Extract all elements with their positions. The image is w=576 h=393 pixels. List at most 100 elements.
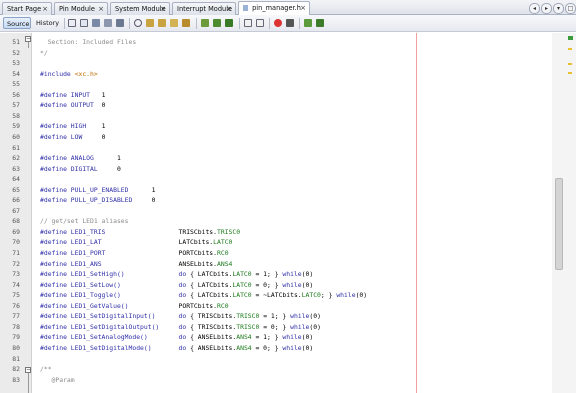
code-token: LED1_SetDigitalMode() (70, 343, 179, 352)
tab-interrupt-module[interactable]: Interrupt Module × (172, 2, 236, 15)
tab-label: pin_manager.h (252, 4, 301, 12)
code-line: #include <xc.h> (40, 70, 98, 78)
code-token: Section: Included Files (40, 38, 137, 46)
code-token: RC0 (217, 249, 229, 257)
source-tab-button[interactable]: Source (3, 17, 31, 29)
code-line: #define DIGITAL 0 (40, 165, 121, 173)
back-icon[interactable] (80, 19, 88, 27)
code-token: #define (40, 101, 71, 110)
toolbar-separator (299, 18, 300, 29)
close-icon[interactable]: × (160, 3, 166, 15)
comment-icon[interactable] (304, 19, 312, 27)
code-token: = 1; } (251, 270, 283, 279)
code-token: ; } (320, 291, 337, 300)
close-icon[interactable]: × (300, 2, 306, 14)
scroll-tabs-left-icon[interactable]: ◂ (529, 3, 540, 14)
code-editor[interactable]: Section: Included Files */ #include <xc.h>… (40, 33, 550, 393)
code-token: while (290, 322, 310, 331)
maximize-icon[interactable]: □ (565, 3, 576, 14)
code-token: LED1_SetDigitalInput() (70, 312, 179, 321)
find-icon[interactable] (134, 19, 142, 27)
code-line: #define PULL_UP_ENABLED 1 (40, 186, 155, 194)
toggle-bookmark-icon[interactable] (201, 19, 209, 27)
code-line: */ (40, 49, 48, 57)
shift-right-icon[interactable] (256, 19, 264, 27)
tab-system-module[interactable]: System Module × (110, 2, 170, 15)
code-token: #define (40, 132, 71, 141)
code-token: LATCbits. (178, 238, 214, 247)
uncomment-icon[interactable] (316, 19, 324, 27)
toggle-highlight-icon[interactable] (182, 19, 190, 27)
code-token: { ANSELbits. (186, 333, 237, 342)
next-bookmark-icon[interactable] (225, 19, 233, 27)
code-token: 0 (101, 132, 106, 141)
shift-left-icon[interactable] (244, 19, 252, 27)
code-line: #define LED1_GetValue() PORTCbits.RC0 (40, 302, 229, 310)
code-line: // get/set LED1 aliases (40, 217, 129, 225)
stop-macro-icon[interactable] (286, 19, 294, 27)
code-token: { TRISCbits. (186, 312, 237, 321)
history-tab-button[interactable]: History (33, 17, 61, 29)
previous-bookmark-icon[interactable] (213, 19, 221, 27)
line-number: 56 (12, 90, 20, 99)
code-token: 1 (101, 90, 106, 99)
code-token: (0) (301, 333, 314, 342)
tab-list-dropdown-icon[interactable]: ▾ (553, 3, 564, 14)
code-token: HIGH (70, 122, 102, 131)
error-stripe-mark[interactable] (568, 48, 572, 50)
error-stripe-mark[interactable] (568, 72, 572, 74)
last-edit-icon[interactable] (68, 19, 76, 27)
code-token: = 0; } (251, 280, 283, 289)
find-next-icon[interactable] (158, 19, 166, 27)
code-token: 0 (151, 196, 156, 205)
scrollbar-thumb[interactable] (555, 178, 563, 270)
toolbar-separator (129, 18, 130, 29)
line-number: 66 (12, 196, 20, 205)
line-number: 75 (12, 291, 20, 300)
find-previous-icon[interactable] (146, 19, 154, 27)
line-number: 76 (12, 301, 20, 310)
code-token: { ANSELbits. (186, 343, 237, 352)
scroll-tabs-right-icon[interactable]: ▸ (541, 3, 552, 14)
code-token: #define (40, 90, 71, 99)
line-number: 51 (12, 38, 20, 46)
code-token: LED1_SetAnalogMode() (70, 333, 179, 342)
code-token: ANSELbits. (178, 259, 217, 268)
code-line: #define ANALOG 1 (40, 154, 121, 162)
toolbar-separator (239, 18, 240, 29)
line-number: 64 (12, 175, 20, 184)
tab-pin-module[interactable]: Pin Module × (54, 2, 108, 15)
code-token: /** (40, 365, 52, 374)
code-token: PORTCbits. (178, 249, 217, 257)
line-number: 54 (12, 69, 20, 78)
find-selection-icon[interactable] (170, 19, 178, 27)
tab-pin-manager-h[interactable]: pin_manager.h × (238, 1, 310, 15)
tab-start-page[interactable]: Start Page × (2, 2, 52, 15)
code-token: (0) (355, 291, 368, 300)
code-token: #define (40, 333, 71, 342)
history-dropdown-icon[interactable] (104, 19, 112, 27)
code-token: #define (40, 280, 71, 289)
code-token: PORTCbits. (178, 301, 217, 310)
code-token: */ (40, 48, 48, 57)
code-token: #define (40, 154, 71, 163)
close-icon[interactable]: × (98, 3, 104, 15)
code-token: while (290, 312, 310, 321)
line-number: 77 (12, 312, 20, 321)
line-number: 59 (12, 122, 20, 131)
close-icon[interactable]: × (226, 3, 232, 15)
error-stripe-mark[interactable] (568, 63, 572, 65)
code-line: #define LOW 0 (40, 133, 105, 141)
code-token: (0) (301, 343, 314, 352)
start-macro-icon[interactable] (274, 19, 282, 27)
line-number: 83 (12, 375, 20, 384)
close-icon[interactable]: × (42, 3, 48, 15)
code-token: { LATCbits. (186, 270, 233, 279)
code-token: LATC0 (213, 238, 233, 247)
navigate-icon[interactable] (116, 19, 124, 27)
code-token: LED1_SetLow() (70, 280, 179, 289)
forward-icon[interactable] (92, 19, 100, 27)
line-number: 61 (12, 143, 20, 152)
line-number: 52 (12, 48, 20, 57)
editor-toolbar: Source History (0, 15, 576, 32)
